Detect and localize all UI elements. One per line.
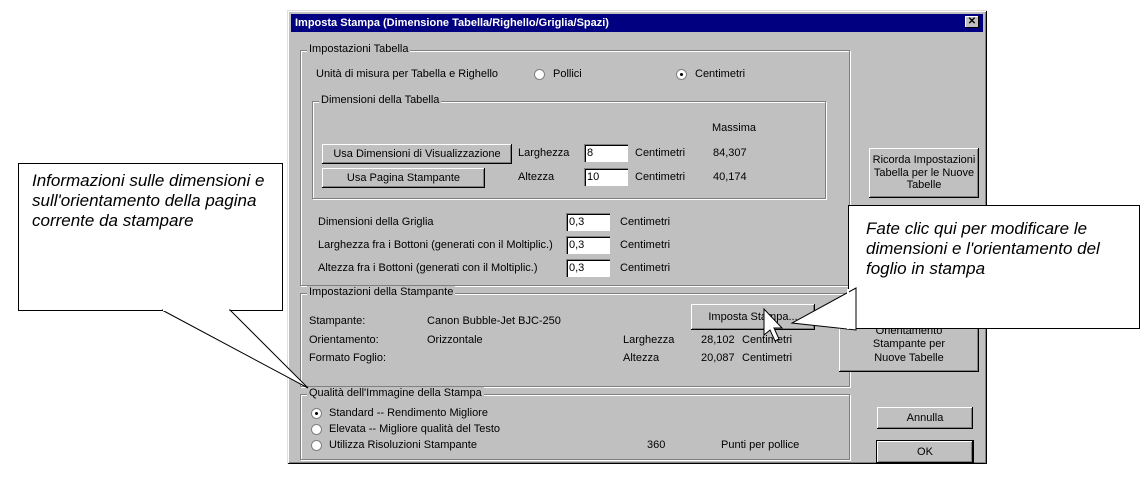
right-callout-tail [790, 287, 857, 331]
mouse-pointer-icon [763, 307, 784, 342]
left-callout-tail [161, 309, 309, 389]
callout-pointers [161, 287, 857, 389]
